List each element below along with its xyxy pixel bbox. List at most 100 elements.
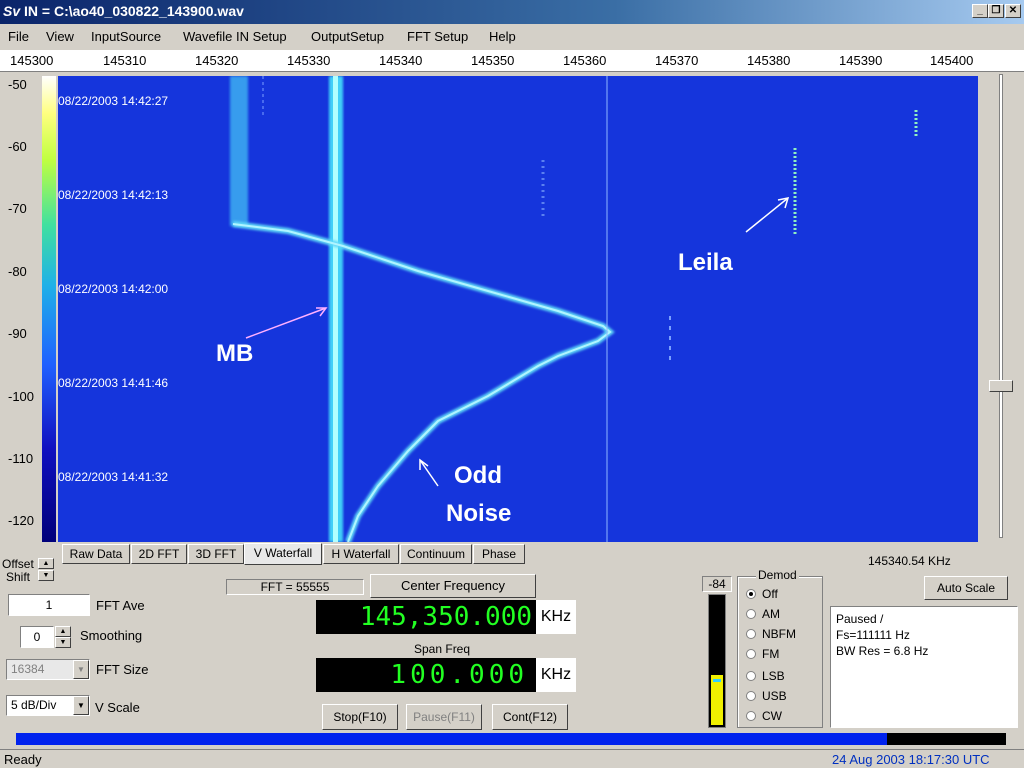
span-frequency-display: 100.000	[316, 658, 536, 692]
demod-nbfm-radio[interactable]: NBFM	[746, 627, 796, 641]
smoothing-up-button[interactable]: ▲	[55, 626, 71, 637]
tab-continuum[interactable]: Continuum	[400, 544, 472, 564]
demod-off-radio[interactable]: Off	[746, 587, 778, 601]
continue-button[interactable]: Cont(F12)	[492, 704, 568, 730]
annotation-noise: Noise	[446, 500, 512, 527]
auto-scale-button[interactable]: Auto Scale	[924, 576, 1008, 600]
offset-up-button[interactable]: ▲	[38, 558, 54, 569]
status-ready: Ready	[4, 752, 42, 767]
freq-tick: 145300	[10, 53, 54, 68]
radio-icon	[746, 711, 756, 721]
tab-2d-fft[interactable]: 2D FFT	[131, 544, 187, 564]
level-meter-peak	[713, 679, 721, 682]
menu-outputsetup[interactable]: OutputSetup	[311, 29, 384, 44]
menu-bar: File View InputSource Wavefile IN Setup …	[0, 26, 1024, 48]
demod-group: Demod Off AM NBFM FM LSB USB CW	[737, 568, 823, 728]
offset-down-button[interactable]: ▼	[38, 570, 54, 581]
db-tick: -60	[8, 139, 27, 154]
freq-tick: 145380	[747, 53, 791, 68]
freq-tick: 145390	[839, 53, 883, 68]
timestamp-label: 08/22/2003 14:42:27	[58, 94, 169, 108]
tab-3d-fft[interactable]: 3D FFT	[188, 544, 244, 564]
freq-tick: 145400	[930, 53, 974, 68]
fft-size-label: FFT Size	[96, 662, 149, 677]
menu-wavefile-in-setup[interactable]: Wavefile IN Setup	[183, 29, 287, 44]
timestamp-label: 08/22/2003 14:42:00	[58, 282, 169, 296]
smoothing-input[interactable]: 0	[20, 626, 54, 648]
waterfall-display[interactable]: 08/22/2003 14:42:27 08/22/2003 14:42:13 …	[58, 76, 978, 542]
slider-thumb[interactable]	[989, 380, 1013, 392]
span-freq-label: Span Freq	[414, 642, 471, 656]
color-scale-bar	[42, 76, 56, 542]
level-meter	[708, 594, 726, 728]
center-frequency-unit: KHz	[536, 600, 576, 634]
tab-raw-data[interactable]: Raw Data	[62, 544, 130, 564]
progress-bar-fill	[16, 733, 888, 745]
freq-tick: 145360	[563, 53, 607, 68]
menu-fft-setup[interactable]: FFT Setup	[407, 29, 468, 44]
slider-track	[999, 74, 1003, 538]
close-button[interactable]: ✕	[1005, 4, 1021, 18]
fft-ave-input[interactable]: 1	[8, 594, 90, 616]
db-tick: -80	[8, 264, 27, 279]
status-text-box: Paused / Fs=111111 Hz BW Res = 6.8 Hz	[830, 606, 1018, 728]
annotation-leila: Leila	[678, 249, 733, 276]
progress-bar	[16, 733, 1006, 745]
db-tick: -110	[8, 451, 34, 466]
span-frequency-unit: KHz	[536, 658, 576, 692]
pause-button[interactable]: Pause(F11)	[406, 704, 482, 730]
db-tick: -70	[8, 201, 27, 216]
smoothing-down-button[interactable]: ▼	[55, 637, 71, 648]
minimize-button[interactable]: _	[972, 4, 988, 18]
status-line: Paused /	[836, 612, 884, 626]
demod-lsb-radio[interactable]: LSB	[746, 669, 785, 683]
chevron-down-icon[interactable]: ▼	[73, 696, 89, 715]
waterfall-traces	[58, 76, 978, 542]
restore-button[interactable]: ❐	[988, 4, 1004, 18]
demod-fm-radio[interactable]: FM	[746, 647, 779, 661]
db-tick: -90	[8, 326, 27, 341]
annotation-mb: MB	[216, 340, 254, 367]
menu-file[interactable]: File	[8, 29, 29, 44]
level-readout: -84	[702, 576, 732, 592]
menu-inputsource[interactable]: InputSource	[91, 29, 161, 44]
tab-h-waterfall[interactable]: H Waterfall	[323, 544, 399, 564]
tab-v-waterfall[interactable]: V Waterfall	[244, 543, 322, 565]
center-frequency-display: 145,350.000	[316, 600, 536, 634]
demod-usb-radio[interactable]: USB	[746, 689, 787, 703]
freq-tick: 145350	[471, 53, 515, 68]
vertical-offset-slider[interactable]	[985, 72, 1021, 542]
demod-am-radio[interactable]: AM	[746, 607, 780, 621]
freq-tick: 145370	[655, 53, 699, 68]
demod-cw-radio[interactable]: CW	[746, 709, 782, 723]
radio-selected-icon	[746, 589, 756, 599]
annotation-odd: Odd	[454, 462, 502, 489]
tab-phase[interactable]: Phase	[473, 544, 525, 564]
chevron-down-icon[interactable]: ▼	[73, 660, 89, 679]
window-title: IN = C:\ao40_030822_143900.wav	[24, 3, 244, 19]
smoothing-label: Smoothing	[80, 628, 143, 643]
center-frequency-button[interactable]: Center Frequency	[370, 574, 536, 598]
menu-view[interactable]: View	[46, 29, 74, 44]
status-datetime: 24 Aug 2003 18:17:30 UTC	[832, 752, 990, 767]
menu-help[interactable]: Help	[489, 29, 516, 44]
db-tick: -100	[8, 389, 35, 404]
timestamp-label: 08/22/2003 14:42:13	[58, 188, 169, 202]
frequency-axis: 145300 145310 145320 145330 145340 14535…	[0, 50, 1024, 72]
radio-icon	[746, 609, 756, 619]
freq-tick: 145310	[103, 53, 147, 68]
vscale-label: V Scale	[95, 700, 140, 715]
freq-tick: 145330	[287, 53, 331, 68]
level-meter-fill	[711, 675, 723, 725]
fft-count-display: FFT = 55555	[226, 579, 364, 595]
offset-label: Offset	[2, 557, 34, 571]
stop-button[interactable]: Stop(F10)	[322, 704, 398, 730]
radio-icon	[746, 691, 756, 701]
timestamp-label: 08/22/2003 14:41:46	[58, 376, 169, 390]
db-tick: -50	[8, 77, 27, 92]
app-logo-icon: Sv	[3, 3, 21, 19]
fft-ave-label: FFT Ave	[96, 598, 145, 613]
freq-tick: 145340	[379, 53, 423, 68]
shift-label: Shift	[6, 570, 31, 584]
demod-title: Demod	[756, 568, 799, 582]
